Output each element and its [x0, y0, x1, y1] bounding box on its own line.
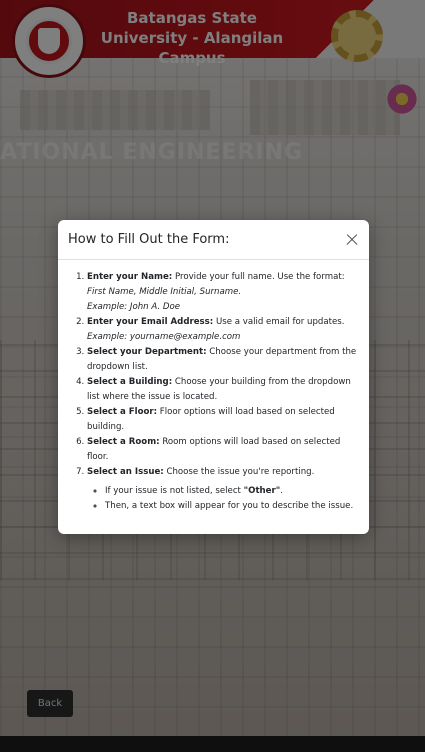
step-name: Enter your Name: Provide your full name.…	[87, 270, 359, 315]
step-text: Provide your full name. Use the format:	[172, 272, 345, 282]
step-label: Enter your Email Address:	[87, 317, 214, 327]
step-label: Select a Room:	[87, 437, 160, 447]
instruction-steps: Enter your Name: Provide your full name.…	[68, 270, 359, 514]
step-text: Choose the issue you're reporting.	[163, 467, 315, 477]
sub-item-text: If your issue is not listed, select	[105, 486, 244, 496]
step-room: Select a Room: Room options will load ba…	[87, 435, 359, 465]
step-label: Select your Department:	[87, 347, 207, 357]
sub-item-suffix: .	[280, 486, 283, 496]
step-label: Select a Building:	[87, 377, 173, 387]
step-label: Enter your Name:	[87, 272, 173, 282]
sub-item-other: If your issue is not listed, select "Oth…	[105, 484, 359, 499]
sub-item-strong: "Other"	[243, 486, 281, 496]
step-floor: Select a Floor: Floor options will load …	[87, 405, 359, 435]
step-example: Example: yourname@example.com	[87, 332, 241, 342]
step-issue: Select an Issue: Choose the issue you're…	[87, 465, 359, 514]
step-building: Select a Building: Choose your building …	[87, 375, 359, 405]
close-button[interactable]	[344, 232, 360, 248]
step-email: Enter your Email Address: Use a valid em…	[87, 315, 359, 345]
modal-body: Enter your Name: Provide your full name.…	[58, 260, 369, 514]
step-text: Use a valid email for updates.	[213, 317, 345, 327]
instructions-modal: How to Fill Out the Form: Enter your Nam…	[58, 220, 369, 534]
step-example: Example: John A. Doe	[87, 302, 180, 312]
sub-item-textbox: Then, a text box will appear for you to …	[105, 499, 359, 514]
step-note: First Name, Middle Initial, Surname.	[87, 287, 242, 297]
step-label: Select an Issue:	[87, 467, 164, 477]
issue-sub-list: If your issue is not listed, select "Oth…	[87, 484, 359, 514]
modal-title: How to Fill Out the Form:	[68, 232, 230, 247]
step-department: Select your Department: Choose your depa…	[87, 345, 359, 375]
step-label: Select a Floor:	[87, 407, 158, 417]
modal-header: How to Fill Out the Form:	[58, 220, 369, 260]
